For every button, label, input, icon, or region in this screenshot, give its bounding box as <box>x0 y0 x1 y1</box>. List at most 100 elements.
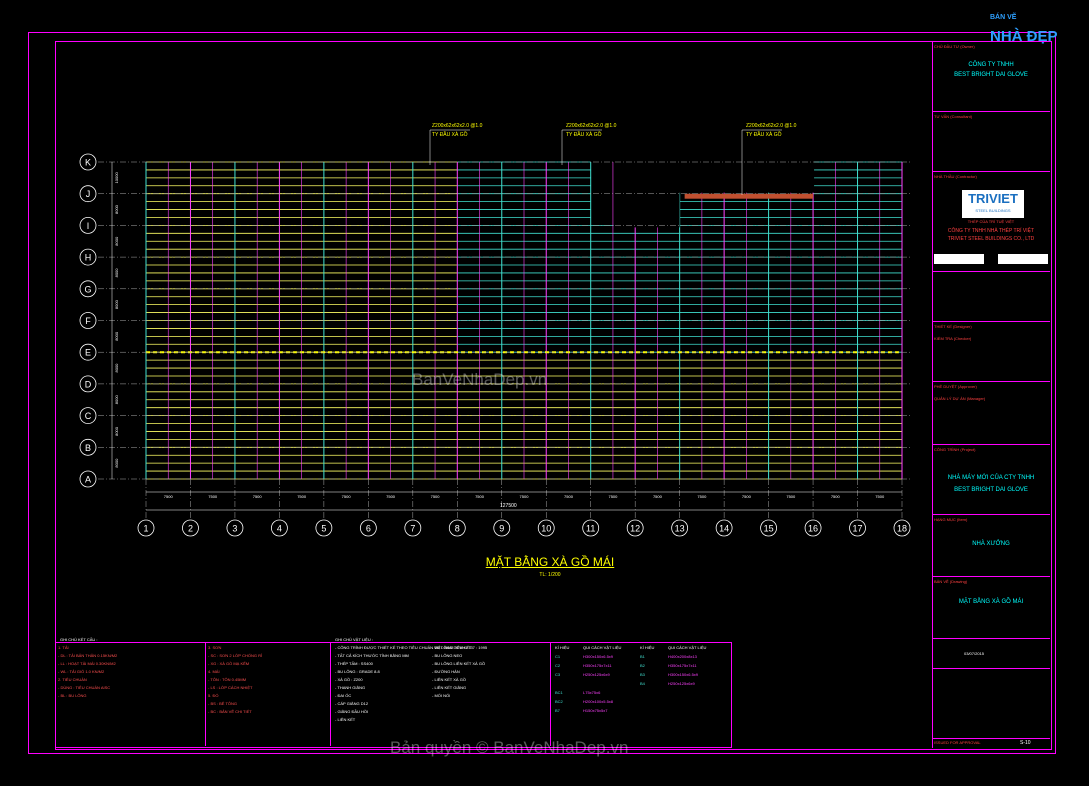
company-logo: TRIVIET STEEL BUILDINGS <box>962 190 1024 218</box>
grid-label: 1 <box>143 524 148 534</box>
bay-dimension: 7500 <box>386 494 396 499</box>
callout-3: Z200x62x62x2.0 @1.0 <box>746 123 797 129</box>
note-line: - THÉP TẤM : SS400 <box>335 661 373 666</box>
grid-label: B <box>85 443 91 453</box>
callout-3-sub: TY ĐẦU XÀ GỒ <box>746 132 782 138</box>
note-line: - SC : SƠN 2 LỚP CHỐNG RỈ <box>208 653 263 658</box>
grid-label: 6 <box>366 524 371 534</box>
grid-label: 5 <box>321 524 326 534</box>
ridge-zone <box>684 193 814 199</box>
material-cell: H400x200x8x13 <box>668 654 697 659</box>
note-line: 4. MÁI <box>208 669 220 674</box>
note-line: - WL : TẢI GIÓ 1.0 KN/M2 <box>58 669 105 674</box>
material-header: QUI CÁCH VẬT LIỆU <box>583 645 622 650</box>
tb-revision: 03/07/2015 <box>932 638 1050 669</box>
opening <box>678 161 815 193</box>
drawing-number: S-10 <box>1020 740 1031 746</box>
grid-label: 13 <box>675 524 685 534</box>
material-cell: C3 <box>555 672 561 677</box>
note-line: - BL : BU LÔNG <box>58 693 87 698</box>
note-line: - BC : BẢN VẼ CHI TIẾT <box>208 709 252 714</box>
tb-owner: CHỦ ĐẦU TƯ (Owner) CÔNG TY TNHH BEST BRI… <box>932 41 1050 112</box>
grid-label: 12 <box>630 524 640 534</box>
grid-label: C <box>85 411 92 421</box>
tb-owner-name: CÔNG TY TNHH <box>968 62 1014 68</box>
material-header: KÍ HIỆU <box>555 645 570 650</box>
row-dimension: 8000 <box>114 458 119 468</box>
material-cell: B1 <box>640 654 645 659</box>
material-cell: H250x125x6x9 <box>668 681 695 686</box>
grid-label: 3 <box>232 524 237 534</box>
material-cell: H150x75x5x7 <box>583 708 608 713</box>
watermark-top: BÁN VẼ <box>990 14 1017 21</box>
bay-dimension: 7500 <box>297 494 307 499</box>
material-cell: BC2 <box>555 699 563 704</box>
bay-dimension: 7500 <box>608 494 618 499</box>
material-cell: B3 <box>640 672 645 677</box>
watermark-bottom: Bản quyền © BanVeNhaDep.vn <box>390 738 629 757</box>
callout-1: Z200x62x62x2.0 @1.0 <box>432 123 483 129</box>
tb-designer: THIẾT KẾ (Designer) KIỂM TRA (Checker) <box>932 321 1050 382</box>
note-line: - LL : HOẠT TẢI MÁI 0.30KN/M2 <box>58 661 116 666</box>
note-line: - BU LÔNG : GRADE 8.8 <box>335 669 380 674</box>
tb-contractor: NHÀ THẦU (Contractor) TRIVIET STEEL BUIL… <box>932 171 1050 272</box>
note-line: - MỐI NỐI <box>432 693 451 698</box>
grid-label: I <box>87 221 90 231</box>
note-line: - TÔN : TÔN 0.45MM <box>208 677 247 682</box>
bay-dimension: 7500 <box>431 494 441 499</box>
callout-1-sub: TY ĐẦU XÀ GỒ <box>432 132 468 138</box>
bay-dimension: 7500 <box>342 494 352 499</box>
bay-dimension: 7500 <box>520 494 530 499</box>
note-line: - LIÊN KẾT <box>335 717 356 722</box>
row-dimension: 8000 <box>114 395 119 405</box>
tb-approver: PHÊ DUYỆT (Approver) QUẢN LÝ DỰ ÁN (Mana… <box>932 381 1050 445</box>
material-cell: H200x100x5.5x8 <box>583 699 614 704</box>
material-cell: B4 <box>640 681 645 686</box>
grid-label: J <box>86 189 91 199</box>
bay-dimension: 7500 <box>742 494 752 499</box>
watermark-center: BanVeNhaDep.vn <box>412 370 548 389</box>
note-line: - XG : XÀ GỒ MẠ KẼM <box>208 661 250 666</box>
grid-label: G <box>84 284 91 294</box>
callout-2-sub: TY ĐẦU XÀ GỒ <box>566 132 602 138</box>
note-line: - CÁP GIẰNG D12 <box>335 701 369 706</box>
note-line: - LS : LỚP CÁCH NHIỆT <box>208 685 253 690</box>
row-dimension: 8000 <box>114 331 119 341</box>
note-line: - BU LÔNG NEO <box>432 653 463 658</box>
bay-dimension: 7500 <box>831 494 841 499</box>
bay-dimension: 7500 <box>208 494 218 499</box>
grid-label: F <box>85 316 91 326</box>
material-cell: B2 <box>640 663 645 668</box>
material-cell: H300x150x6.5x9 <box>668 672 699 677</box>
tb-drawing: BẢN VẼ (Drawing) MẶT BẰNG XÀ GỒ MÁI <box>932 576 1050 639</box>
note-line: - THANH GIẰNG <box>335 685 366 690</box>
note-line: - BU LÔNG LIÊN KẾT XÀ GỒ <box>432 661 486 666</box>
material-cell: H300x150x6.5x9 <box>583 654 614 659</box>
row-dimension: 10000 <box>114 172 119 184</box>
opening <box>613 161 680 228</box>
watermark-logo: NHÀ ĐẸP <box>990 28 1058 45</box>
grid-label: K <box>85 158 91 168</box>
material-cell: H250x125x6x9 <box>583 672 610 677</box>
row-dimension: 8000 <box>114 268 119 278</box>
tb-item: HẠNG MỤC (Item) NHÀ XƯỞNG <box>932 514 1050 577</box>
note-line: - BU LÔNG LIÊN KẾT <box>432 645 472 650</box>
note-line: - ĐƯỜNG HÀN <box>432 669 460 674</box>
grid-label: D <box>85 379 92 389</box>
note-line: - LIÊN KẾT GIẰNG <box>432 685 467 690</box>
row-dimension: 8000 <box>114 236 119 246</box>
material-cell: C1 <box>555 654 561 659</box>
material-header: KÍ HIỆU <box>640 645 655 650</box>
bay-dimension: 7500 <box>164 494 174 499</box>
callout-2: Z200x62x62x2.0 @1.0 <box>566 123 617 129</box>
grid-label: 16 <box>808 524 818 534</box>
note-line: 2. TIÊU CHUẨN <box>58 677 87 682</box>
material-cell: H350x175x7x11 <box>668 663 697 668</box>
note-line: - ĐAI ỐC <box>335 693 352 698</box>
row-dimension: 8000 <box>114 363 119 373</box>
grid-label: 11 <box>586 524 595 534</box>
bay-dimension: 7500 <box>253 494 263 499</box>
material-cell: L75x75x6 <box>583 690 601 695</box>
material-header: QUI CÁCH VẬT LIỆU <box>668 645 707 650</box>
grid-label: 8 <box>455 524 460 534</box>
